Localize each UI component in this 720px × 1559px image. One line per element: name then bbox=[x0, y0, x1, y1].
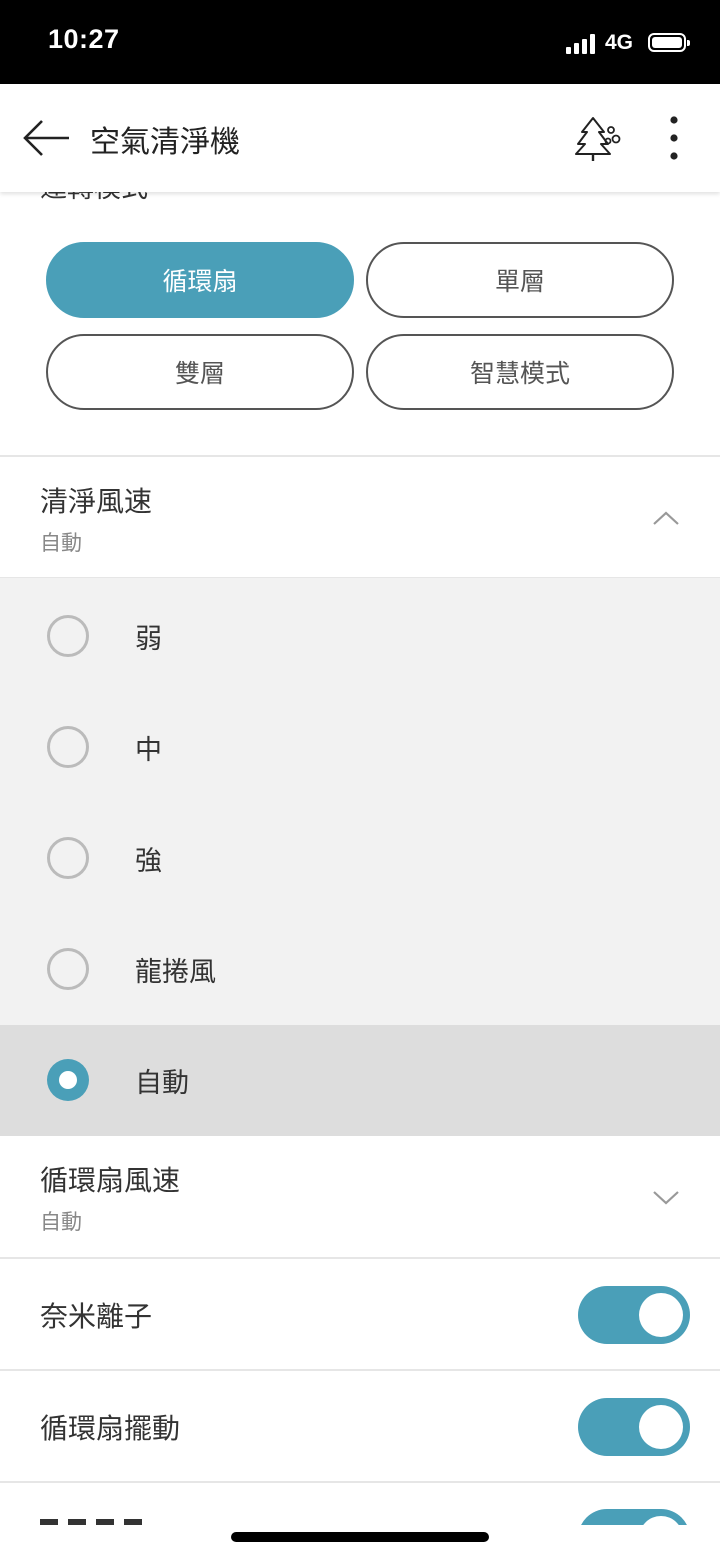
option-row-auto[interactable] bbox=[0, 1025, 720, 1136]
radio-strong[interactable] bbox=[47, 837, 89, 879]
radio-weak[interactable] bbox=[47, 615, 89, 657]
home-bar-area bbox=[0, 1525, 720, 1559]
mode-button-double-layer[interactable]: 雙層 bbox=[46, 334, 354, 410]
radio-tornado[interactable] bbox=[47, 948, 89, 990]
radio-auto[interactable] bbox=[47, 1059, 89, 1101]
status-time: 10:27 bbox=[48, 24, 120, 54]
toggle-label-nano-ion: 奈米離子 bbox=[40, 1300, 153, 1333]
battery-icon bbox=[648, 33, 690, 52]
divider bbox=[0, 1257, 720, 1259]
chevron-up-icon[interactable] bbox=[651, 508, 681, 528]
status-bar: 10:27 4G bbox=[0, 0, 720, 84]
fan-speed-value: 自動 bbox=[40, 1210, 82, 1234]
nano-ion-toggle[interactable] bbox=[578, 1286, 690, 1344]
option-row-medium[interactable] bbox=[0, 691, 720, 801]
option-label-medium: 中 bbox=[135, 735, 162, 766]
mode-button-single-layer[interactable]: 單層 bbox=[366, 242, 674, 318]
next-toggle-partial[interactable] bbox=[578, 1509, 690, 1525]
mode-button-circulator[interactable]: 循環扇 bbox=[46, 242, 354, 318]
toggle-label-fan-swing: 循環扇擺動 bbox=[40, 1412, 181, 1445]
clean-speed-value: 自動 bbox=[40, 531, 82, 555]
more-vertical-icon[interactable] bbox=[660, 114, 688, 164]
chevron-down-icon[interactable] bbox=[651, 1188, 681, 1208]
page-title: 空氣清淨機 bbox=[90, 125, 240, 160]
tree-icon[interactable] bbox=[573, 114, 621, 162]
option-row-strong[interactable] bbox=[0, 802, 720, 912]
fan-swing-toggle[interactable] bbox=[578, 1398, 690, 1456]
mode-button-smart[interactable]: 智慧模式 bbox=[366, 334, 674, 410]
option-label-weak: 弱 bbox=[135, 624, 162, 655]
divider bbox=[0, 1369, 720, 1371]
home-indicator[interactable] bbox=[231, 1532, 489, 1542]
divider bbox=[0, 1481, 720, 1483]
option-label-tornado: 龍捲風 bbox=[135, 957, 216, 988]
clean-speed-title: 清淨風速 bbox=[40, 485, 153, 518]
settings-scroll-area[interactable]: 運轉模式 循環扇 單層 雙層 智慧模式 清淨風速 自動 弱 中 強 龍捲風 自 bbox=[0, 84, 720, 1525]
fan-speed-title: 循環扇風速 bbox=[40, 1164, 181, 1197]
back-arrow-icon[interactable] bbox=[22, 118, 72, 158]
option-row-weak[interactable] bbox=[0, 580, 720, 690]
network-type: 4G bbox=[605, 31, 634, 54]
option-row-tornado[interactable] bbox=[0, 913, 720, 1023]
option-label-strong: 強 bbox=[135, 846, 162, 877]
option-label-auto: 自動 bbox=[135, 1068, 189, 1099]
signal-icon bbox=[566, 34, 598, 54]
radio-medium[interactable] bbox=[47, 726, 89, 768]
